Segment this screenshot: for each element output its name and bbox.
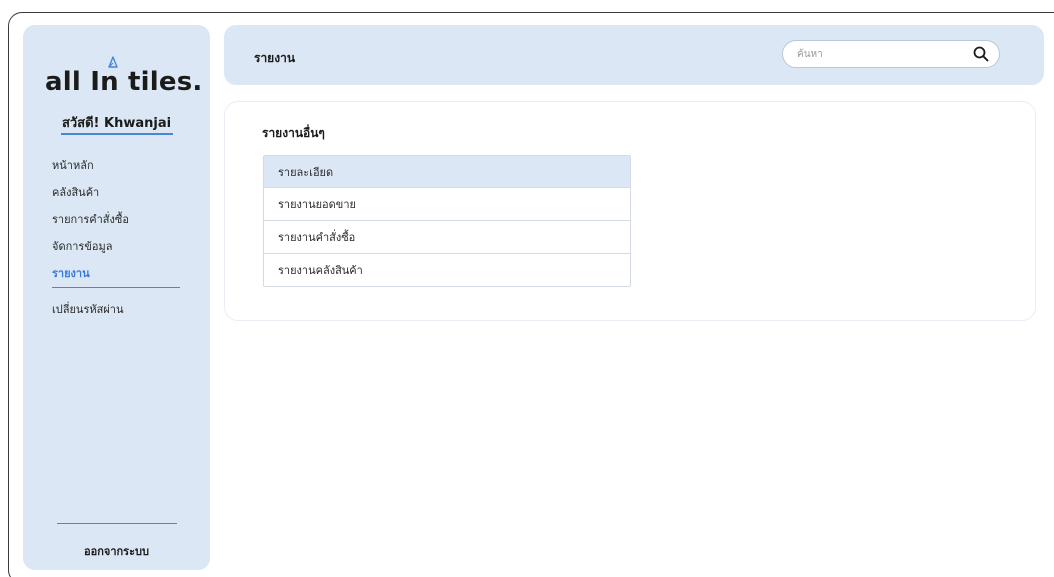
page-header: รายงาน (224, 25, 1044, 85)
sidebar-nav: หน้าหลัก คลังสินค้า รายการคำสั่งซื้อ จัด… (52, 158, 202, 329)
logout-divider (57, 523, 177, 524)
page-title: รายงาน (254, 51, 296, 65)
active-item-underline (52, 287, 180, 288)
greeting-divider (61, 133, 173, 135)
logo[interactable]: all In tiles. (45, 45, 205, 105)
report-item-inventory[interactable]: รายงานคลังสินค้า (263, 254, 631, 287)
report-item-sales[interactable]: รายงานยอดขาย (263, 188, 631, 221)
sidebar-item-orders[interactable]: รายการคำสั่งซื้อ (52, 212, 202, 239)
report-item-orders[interactable]: รายงานคำสั่งซื้อ (263, 221, 631, 254)
sidebar: all In tiles. สวัสดี! Khwanjai หน้าหลัก … (23, 25, 210, 570)
sidebar-item-data-management[interactable]: จัดการข้อมูล (52, 239, 202, 266)
search-input[interactable] (797, 46, 957, 62)
sidebar-item-reports[interactable]: รายงาน (52, 266, 202, 293)
logo-text: all In tiles. (45, 67, 203, 97)
sidebar-item-change-password[interactable]: เปลี่ยนรหัสผ่าน (52, 302, 202, 329)
section-title: รายงานอื่นๆ (262, 126, 325, 140)
sidebar-item-inventory[interactable]: คลังสินค้า (52, 185, 202, 212)
report-item-details[interactable]: รายละเอียด (263, 155, 631, 188)
search-box (782, 40, 1000, 68)
sidebar-item-home[interactable]: หน้าหลัก (52, 158, 202, 185)
user-greeting: สวัสดี! Khwanjai (61, 116, 172, 131)
search-icon[interactable] (973, 46, 989, 62)
report-list: รายละเอียด รายงานยอดขาย รายงานคำสั่งซื้อ… (263, 155, 631, 287)
reports-card: รายงานอื่นๆ รายละเอียด รายงานยอดขาย รายง… (224, 101, 1036, 321)
logout-button[interactable]: ออกจากระบบ (23, 542, 210, 560)
